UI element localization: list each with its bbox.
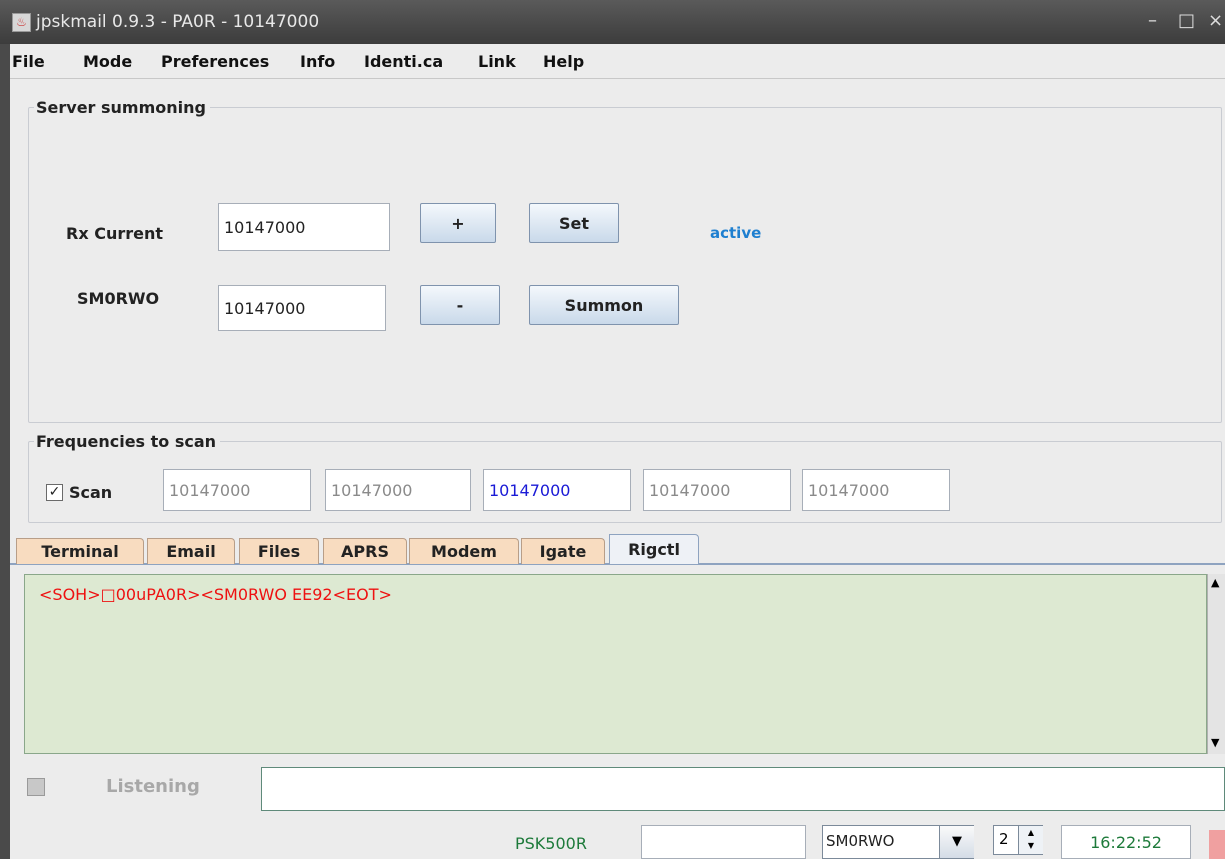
chevron-down-icon[interactable]: ▼	[939, 826, 974, 858]
tab-rigctl[interactable]: Rigctl	[609, 534, 699, 564]
menu-link[interactable]: Link	[478, 52, 516, 71]
scan-frequency-4[interactable]: 10147000	[643, 469, 791, 511]
listening-indicator	[27, 778, 45, 796]
console-scrollbar[interactable]: ▲ ▼	[1207, 574, 1225, 754]
menu-mode[interactable]: Mode	[83, 52, 132, 71]
frequencies-legend: Frequencies to scan	[34, 432, 221, 451]
increment-button[interactable]: +	[420, 203, 496, 243]
menu-info[interactable]: Info	[300, 52, 335, 71]
summon-button[interactable]: Summon	[529, 285, 679, 325]
menu-bar: File Mode Preferences Info Identi.ca Lin…	[10, 44, 1225, 79]
scan-frequency-2[interactable]: 10147000	[325, 469, 471, 511]
command-input[interactable]	[261, 767, 1225, 811]
status-active-text: active	[710, 224, 762, 242]
scroll-down-icon[interactable]: ▼	[1211, 736, 1219, 749]
tab-terminal[interactable]: Terminal	[16, 538, 144, 564]
status-light-red	[1209, 830, 1225, 859]
status-field[interactable]	[641, 825, 806, 859]
minimize-icon[interactable]: –	[1148, 10, 1157, 31]
set-button[interactable]: Set	[529, 203, 619, 243]
mode-label: PSK500R	[515, 834, 587, 853]
tab-email[interactable]: Email	[147, 538, 235, 564]
java-app-icon: ♨	[12, 13, 31, 32]
window-border	[0, 44, 10, 859]
scroll-up-icon[interactable]: ▲	[1211, 576, 1219, 589]
close-icon[interactable]: ×	[1208, 10, 1223, 31]
menu-identica[interactable]: Identi.ca	[364, 52, 443, 71]
console-line: <SOH>□00uPA0R><SM0RWO EE92<EOT>	[39, 585, 392, 604]
tab-aprs[interactable]: APRS	[323, 538, 407, 564]
scan-label: Scan	[69, 483, 113, 502]
decrement-button[interactable]: -	[420, 285, 500, 325]
terminal-console[interactable]: <SOH>□00uPA0R><SM0RWO EE92<EOT>	[24, 574, 1207, 754]
tab-files[interactable]: Files	[239, 538, 319, 564]
tab-igate[interactable]: Igate	[521, 538, 605, 564]
scan-checkbox[interactable]: ✓	[46, 484, 63, 501]
spinner-value: 2	[999, 830, 1009, 848]
server-summoning-legend: Server summoning	[34, 98, 210, 117]
menu-help[interactable]: Help	[543, 52, 584, 71]
window-title: jpskmail 0.9.3 - PA0R - 10147000	[36, 12, 320, 32]
menu-file[interactable]: File	[12, 52, 45, 71]
spinner[interactable]: 2 ▲ ▼	[993, 825, 1043, 855]
scan-frequency-5[interactable]: 10147000	[802, 469, 950, 511]
scan-frequency-1[interactable]: 10147000	[163, 469, 311, 511]
server-select-value: SM0RWO	[826, 832, 895, 850]
rx-current-label: Rx Current	[66, 224, 164, 243]
scan-frequency-3[interactable]: 10147000	[483, 469, 631, 511]
rx-current-field[interactable]: 10147000	[218, 203, 390, 251]
title-bar: ♨ jpskmail 0.9.3 - PA0R - 10147000 – □ ×	[0, 0, 1225, 44]
server-call-label: SM0RWO	[77, 289, 160, 308]
maximize-icon[interactable]: □	[1178, 10, 1195, 31]
server-frequency-field[interactable]: 10147000	[218, 285, 386, 331]
tab-modem[interactable]: Modem	[409, 538, 519, 564]
spinner-arrows-icon[interactable]: ▲ ▼	[1018, 826, 1043, 854]
server-select[interactable]: SM0RWO ▼	[822, 825, 974, 859]
server-summoning-panel	[28, 107, 1222, 423]
listening-label: Listening	[106, 776, 200, 797]
clock: 16:22:52	[1061, 825, 1191, 859]
menu-preferences[interactable]: Preferences	[161, 52, 269, 71]
